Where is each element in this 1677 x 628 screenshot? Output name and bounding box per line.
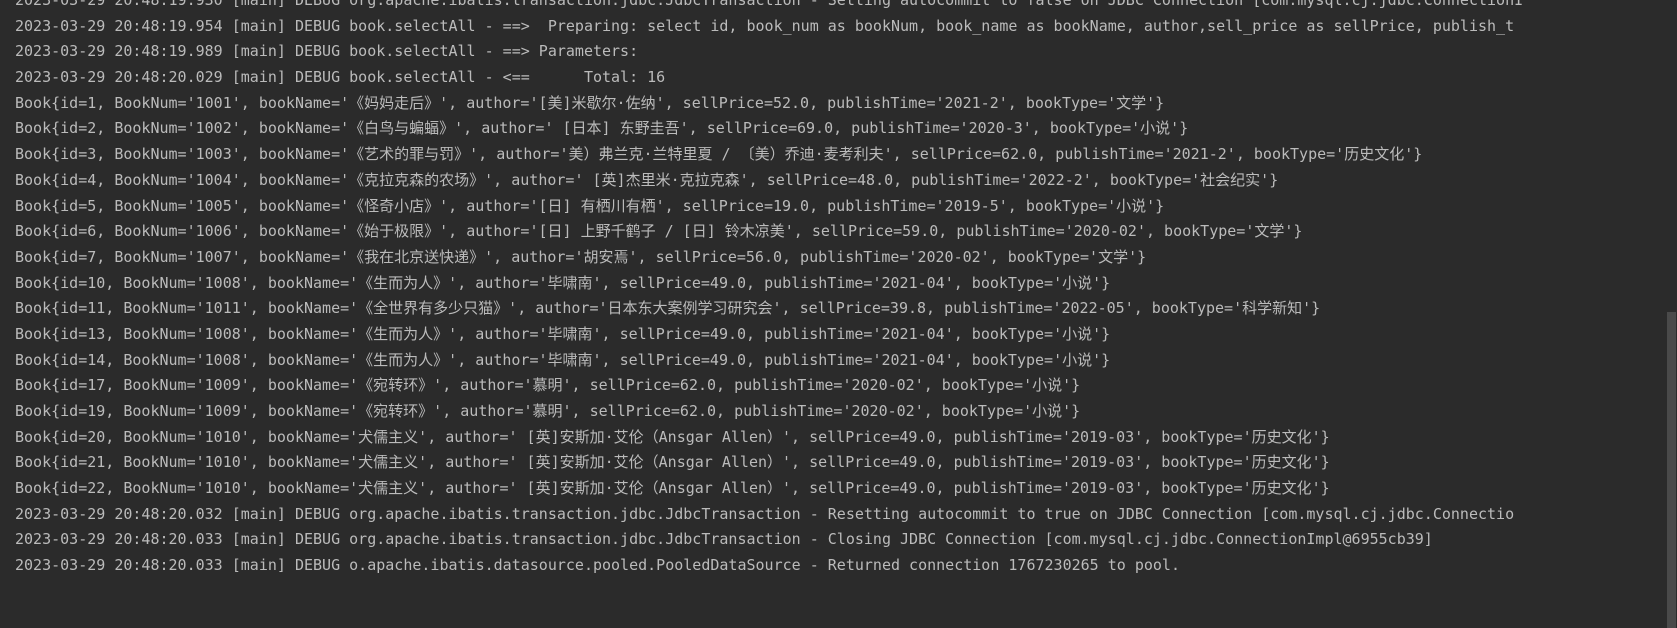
book-record-line: Book{id=5, BookNum='1005', bookName='《怪奇… [15, 196, 1165, 215]
book-record-line: Book{id=17, BookNum='1009', bookName='《宛… [15, 376, 1081, 395]
book-record-line: Book{id=6, BookNum='1006', bookName='《始于… [15, 222, 1303, 241]
book-record-line: Book{id=10, BookNum='1008', bookName='《生… [15, 273, 1111, 292]
book-record-line: Book{id=13, BookNum='1008', bookName='《生… [15, 324, 1111, 343]
log-line: 2023-03-29 20:48:19.989 [main] DEBUG boo… [15, 42, 648, 61]
log-line: 2023-03-29 20:48:19.954 [main] DEBUG boo… [15, 16, 1515, 35]
book-record-line: Book{id=20, BookNum='1010', bookName='犬儒… [15, 427, 1330, 446]
scrollbar-thumb[interactable] [1667, 312, 1676, 628]
book-record-line: Book{id=21, BookNum='1010', bookName='犬儒… [15, 453, 1330, 472]
book-record-line: Book{id=14, BookNum='1008', bookName='《生… [15, 350, 1111, 369]
console-lines: 2023-03-29 20:48:19.930 [main] DEBUG org… [15, 0, 1665, 579]
book-record-line: Book{id=22, BookNum='1010', bookName='犬儒… [15, 479, 1330, 498]
book-record-line: Book{id=3, BookNum='1003', bookName='《艺术… [15, 145, 1423, 164]
log-line: 2023-03-29 20:48:20.032 [main] DEBUG org… [15, 504, 1515, 523]
log-line: 2023-03-29 20:48:20.033 [main] DEBUG org… [15, 530, 1433, 549]
log-line: 2023-03-29 20:48:19.930 [main] DEBUG org… [15, 0, 1524, 9]
book-record-line: Book{id=2, BookNum='1002', bookName='《白鸟… [15, 119, 1189, 138]
book-record-line: Book{id=7, BookNum='1007', bookName='《我在… [15, 247, 1147, 266]
book-record-line: Book{id=4, BookNum='1004', bookName='《克拉… [15, 170, 1279, 189]
book-record-line: Book{id=19, BookNum='1009', bookName='《宛… [15, 402, 1081, 420]
book-record-line: Book{id=1, BookNum='1001', bookName='《妈妈… [15, 93, 1165, 112]
book-record-line: Book{id=11, BookNum='1011', bookName='《全… [15, 299, 1321, 318]
console-output-panel[interactable]: 2023-03-29 20:48:19.930 [main] DEBUG org… [0, 0, 1665, 628]
log-line: 2023-03-29 20:48:20.029 [main] DEBUG boo… [15, 68, 666, 87]
log-line: 2023-03-29 20:48:20.033 [main] DEBUG o.a… [15, 556, 1180, 575]
vertical-scrollbar[interactable] [1665, 0, 1677, 628]
